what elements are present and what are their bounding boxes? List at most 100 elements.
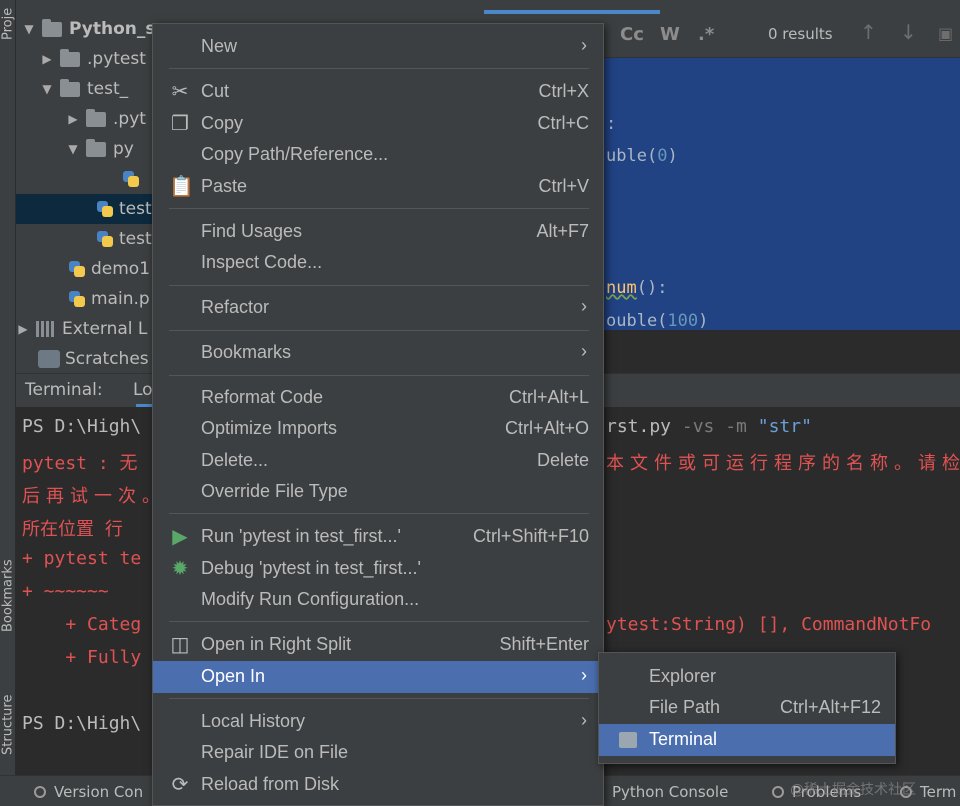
- structure-tool-tab[interactable]: Structure: [0, 655, 16, 755]
- menu-item-cut[interactable]: ✂ Cut Ctrl+X: [153, 76, 603, 108]
- menu-item-delete[interactable]: Delete... Delete: [153, 445, 603, 477]
- menu-item-label: Refactor: [201, 297, 270, 317]
- terminal-line: + pytest te: [22, 548, 142, 569]
- left-tool-strip: Proje Bookmarks Structure: [0, 0, 16, 775]
- menu-separator: [169, 330, 589, 331]
- copy-icon: ❐: [171, 113, 189, 135]
- folder-icon: [60, 48, 80, 67]
- menu-item-paste[interactable]: 📋 Paste Ctrl+V: [153, 171, 603, 203]
- terminal-line: PS D:\High\: [22, 713, 142, 734]
- menu-item-override-file-type[interactable]: Override File Type: [153, 476, 603, 508]
- menu-item-copy[interactable]: ❐ Copy Ctrl+C: [153, 108, 603, 140]
- menu-item-refactor[interactable]: Refactor ›: [153, 292, 603, 324]
- terminal-line: PS D:\High\: [22, 416, 142, 437]
- arrow-up-icon[interactable]: ↑: [860, 20, 877, 44]
- menu-item-bookmarks[interactable]: Bookmarks ›: [153, 337, 603, 369]
- menu-item-optimize-imports[interactable]: Optimize Imports Ctrl+Alt+O: [153, 413, 603, 445]
- tree-item-label: demo1: [91, 259, 151, 279]
- python-console-tab[interactable]: Python Console: [592, 783, 728, 801]
- menu-item-label: Paste: [201, 176, 248, 196]
- menu-item-debug[interactable]: ✹ Debug 'pytest in test_first...': [153, 553, 603, 585]
- terminal-line: + ~~~~~~: [22, 581, 109, 602]
- python-file-icon: [68, 260, 86, 278]
- menu-item-repair-ide[interactable]: Repair IDE on File: [153, 737, 603, 769]
- terminal-label: Term: [920, 783, 957, 801]
- python-console-label: Python Console: [612, 783, 729, 801]
- run-icon: ▶: [172, 526, 188, 548]
- whole-words-button[interactable]: W: [660, 24, 680, 45]
- arrow-down-icon[interactable]: ↓: [900, 20, 917, 44]
- code-line: ouble(100): [606, 311, 709, 331]
- menu-item-reload-from-disk[interactable]: ⟳ Reload from Disk: [153, 769, 603, 801]
- submenu-item-terminal[interactable]: Terminal: [599, 724, 895, 756]
- chevron-right-icon[interactable]: ▶: [16, 322, 30, 336]
- menu-item-inspect-code[interactable]: Inspect Code...: [153, 247, 603, 279]
- chevron-down-icon[interactable]: ▼: [22, 22, 36, 36]
- regex-button[interactable]: .*: [698, 24, 714, 45]
- menu-item-label: Cut: [201, 81, 230, 101]
- submenu-item-label: Terminal: [649, 729, 718, 749]
- menu-item-label: Local History: [201, 711, 306, 731]
- problems-icon: [772, 786, 784, 798]
- terminal-tab-local[interactable]: Lo: [133, 380, 153, 400]
- tree-item-label: Scratches: [65, 349, 149, 369]
- chevron-right-icon[interactable]: ▶: [66, 112, 80, 126]
- filter-icon[interactable]: ▣: [938, 24, 953, 43]
- code-line: :: [606, 114, 617, 134]
- terminal-line: + Categ: [22, 614, 142, 635]
- menu-item-label: New: [201, 36, 238, 56]
- menu-item-shortcut: Shift+Enter: [499, 634, 589, 654]
- submenu-item-explorer[interactable]: Explorer: [599, 661, 895, 693]
- chevron-down-icon[interactable]: ▼: [66, 142, 80, 156]
- menu-item-label: Reformat Code: [201, 387, 324, 407]
- version-control-tab[interactable]: Version Con: [34, 783, 143, 801]
- menu-item-label: Optimize Imports: [201, 418, 338, 438]
- submenu-item-label: Explorer: [649, 666, 717, 686]
- menu-item-label: Override File Type: [201, 481, 348, 501]
- package-icon: [86, 138, 106, 157]
- submenu-item-shortcut: Ctrl+Alt+F12: [779, 697, 881, 717]
- menu-item-shortcut: Ctrl+Alt+L: [508, 387, 589, 407]
- chevron-right-icon[interactable]: ▶: [40, 52, 54, 66]
- python-file-icon: [96, 230, 114, 248]
- bookmarks-tool-tab[interactable]: Bookmarks: [0, 512, 16, 632]
- menu-separator: [169, 285, 589, 286]
- chevron-right-icon: ›: [581, 296, 587, 316]
- menu-item-label: Delete...: [201, 450, 269, 470]
- menu-item-reformat-code[interactable]: Reformat Code Ctrl+Alt+L: [153, 382, 603, 414]
- submenu-item-file-path[interactable]: File Path Ctrl+Alt+F12: [599, 692, 895, 724]
- python-file-icon: [68, 290, 86, 308]
- tree-item-label: test_: [87, 79, 129, 99]
- clipboard-icon: 📋: [169, 176, 194, 198]
- folder-icon: [86, 108, 106, 127]
- menu-item-new[interactable]: New ›: [153, 31, 603, 63]
- chevron-right-icon: ›: [581, 35, 587, 55]
- submenu-item-label: File Path: [649, 697, 721, 717]
- menu-item-open-in[interactable]: Open In ›: [153, 661, 603, 693]
- reload-icon: ⟳: [171, 774, 189, 796]
- match-case-button[interactable]: Cc: [620, 24, 644, 45]
- menu-item-run[interactable]: ▶ Run 'pytest in test_first...' Ctrl+Shi…: [153, 521, 603, 553]
- menu-item-open-right-split[interactable]: ◫ Open in Right Split Shift+Enter: [153, 629, 603, 661]
- chevron-right-icon: ›: [581, 341, 587, 361]
- code-line: uble(0): [606, 146, 678, 166]
- menu-item-local-history[interactable]: Local History ›: [153, 706, 603, 738]
- chevron-down-icon[interactable]: ▼: [40, 82, 54, 96]
- menu-separator: [169, 208, 589, 209]
- terminal-line: 所在位置 行: [22, 519, 123, 540]
- split-view-icon: ◫: [170, 634, 190, 656]
- terminal-line: pytest : 无: [22, 453, 138, 474]
- menu-item-label: Debug 'pytest in test_first...': [201, 558, 421, 578]
- menu-item-label: Modify Run Configuration...: [201, 589, 420, 609]
- menu-item-modify-run-configuration[interactable]: Modify Run Configuration...: [153, 584, 603, 616]
- menu-item-find-usages[interactable]: Find Usages Alt+F7: [153, 216, 603, 248]
- menu-item-label: Repair IDE on File: [201, 742, 349, 762]
- project-tool-tab[interactable]: Proje: [0, 0, 16, 40]
- editor-tab-bar: [280, 0, 960, 14]
- open-in-submenu: Explorer File Path Ctrl+Alt+F12 Terminal: [598, 652, 896, 764]
- debug-bug-icon: ✹: [171, 558, 189, 580]
- terminal-title: Terminal:: [25, 380, 103, 400]
- python-file-icon: [122, 170, 140, 188]
- tree-item-label: py: [113, 139, 134, 159]
- menu-item-copy-path[interactable]: Copy Path/Reference...: [153, 139, 603, 171]
